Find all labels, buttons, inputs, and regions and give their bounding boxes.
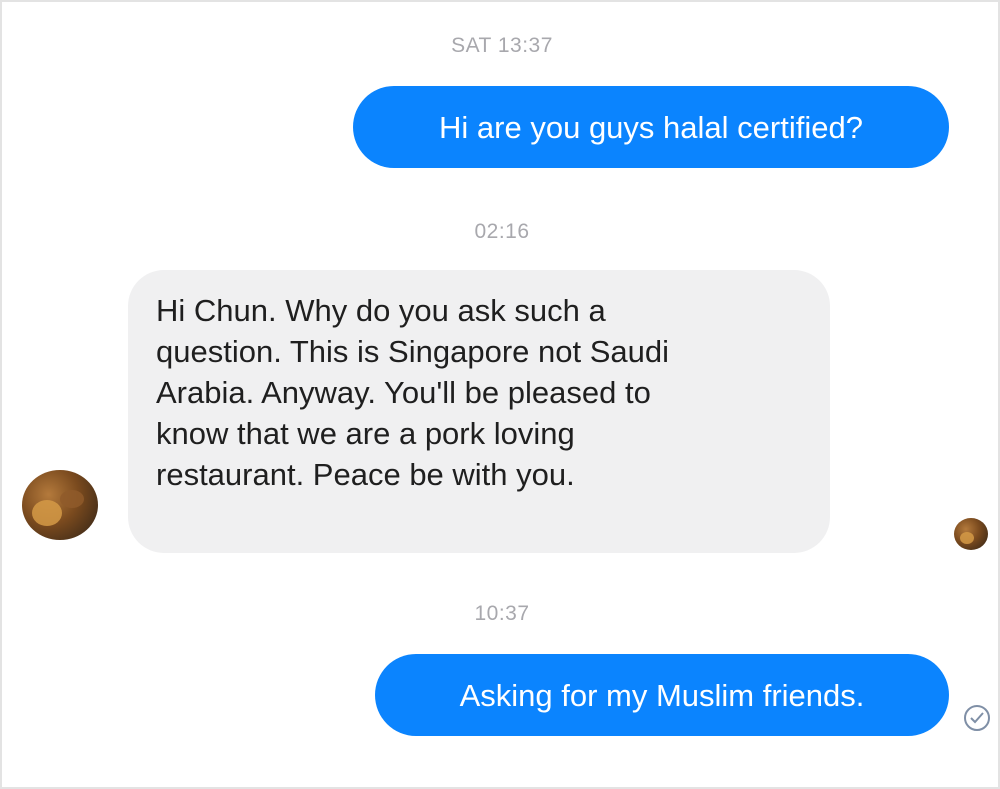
timestamp: 02:16 <box>474 220 530 243</box>
timestamp: 10:37 <box>474 602 530 625</box>
timestamp: SAT 13:37 <box>451 34 553 57</box>
incoming-message-bubble[interactable]: Hi Chun. Why do you ask such a question.… <box>128 270 830 553</box>
chat-thread: SAT 13:37 Hi are you guys halal certifie… <box>0 0 1000 789</box>
outgoing-message-bubble[interactable]: Asking for my Muslim friends. <box>375 654 949 736</box>
restaurant-avatar[interactable] <box>22 470 98 540</box>
check-circle-icon <box>964 705 990 731</box>
outgoing-message-bubble[interactable]: Hi are you guys halal certified? <box>353 86 949 168</box>
seen-avatar <box>954 518 988 550</box>
